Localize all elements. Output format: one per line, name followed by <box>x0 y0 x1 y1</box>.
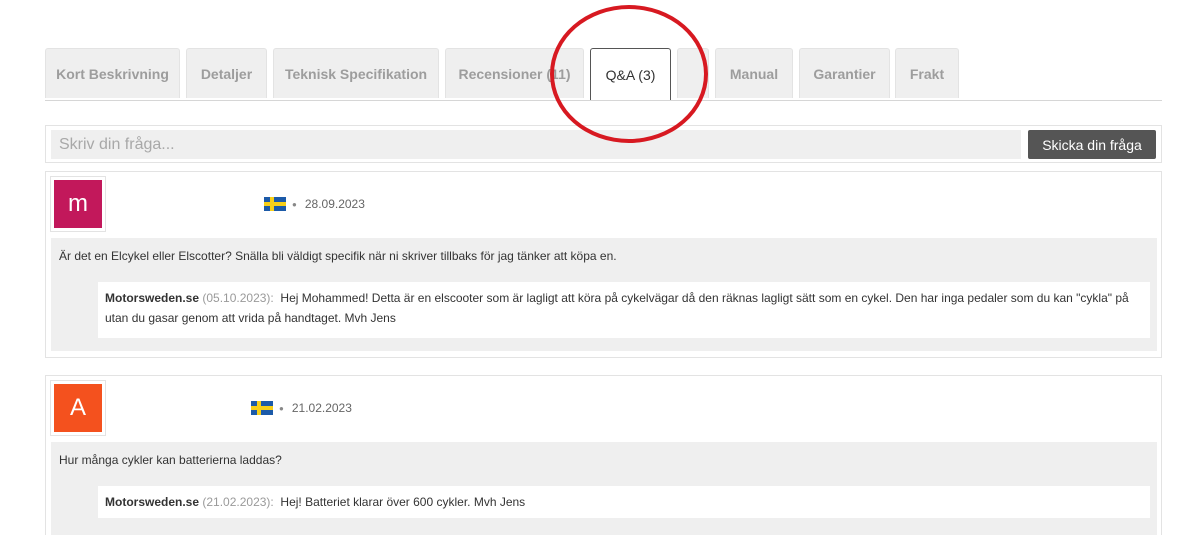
answer: Motorsweden.se (21.02.2023): Hej! Batter… <box>98 486 1150 518</box>
tab-unlabeled[interactable] <box>677 48 709 98</box>
tab-recensioner[interactable]: Recensioner (11) <box>445 48 584 98</box>
avatar-frame: m <box>50 176 106 232</box>
tab-detaljer[interactable]: Detaljer <box>186 48 267 98</box>
tab-manual[interactable]: Manual <box>715 48 793 98</box>
question-meta: ● 28.09.2023 <box>264 196 365 212</box>
avatar: m <box>54 180 102 228</box>
product-tabs: Kort Beskrivning Detaljer Teknisk Specif… <box>45 48 1162 101</box>
tab-qa[interactable]: Q&A (3) <box>590 48 671 100</box>
answer-text: Hej! Batteriet klarar över 600 cykler. M… <box>280 495 526 509</box>
ask-question-bar: Skicka din fråga <box>45 125 1162 163</box>
avatar-frame: A <box>50 380 106 436</box>
tab-garantier[interactable]: Garantier <box>799 48 890 98</box>
answer-author: Motorsweden.se <box>105 291 200 305</box>
question-card: A ● 21.02.2023 Hur många cykler kan batt… <box>45 375 1162 535</box>
answer-date: (05.10.2023): <box>199 291 274 305</box>
question-date: 28.09.2023 <box>304 197 365 211</box>
submit-question-button[interactable]: Skicka din fråga <box>1028 130 1156 159</box>
question-text: Hur många cykler kan batterierna laddas? <box>59 453 282 467</box>
qa-thread: Är det en Elcykel eller Elscotter? Snäll… <box>51 238 1157 351</box>
question-date: 21.02.2023 <box>291 401 352 415</box>
avatar: A <box>54 384 102 432</box>
answer: Motorsweden.se (05.10.2023): Hej Mohamme… <box>98 282 1150 338</box>
question-text: Är det en Elcykel eller Elscotter? Snäll… <box>59 249 617 263</box>
answer-author: Motorsweden.se <box>105 495 200 509</box>
question-input[interactable] <box>51 130 1021 159</box>
qa-thread: Hur många cykler kan batterierna laddas?… <box>51 442 1157 535</box>
product-qa-page: Kort Beskrivning Detaljer Teknisk Specif… <box>0 0 1181 535</box>
sweden-flag-icon <box>251 401 273 415</box>
answer-date: (21.02.2023): <box>199 495 274 509</box>
question-meta: ● 21.02.2023 <box>251 400 352 416</box>
tab-kort-beskrivning[interactable]: Kort Beskrivning <box>45 48 180 98</box>
tab-frakt[interactable]: Frakt <box>895 48 959 98</box>
separator-dot: ● <box>279 403 284 413</box>
question-card: m ● 28.09.2023 Är det en Elcykel eller E… <box>45 171 1162 358</box>
separator-dot: ● <box>292 199 297 209</box>
sweden-flag-icon <box>264 197 286 211</box>
tab-teknisk-specifikation[interactable]: Teknisk Specifikation <box>273 48 439 98</box>
